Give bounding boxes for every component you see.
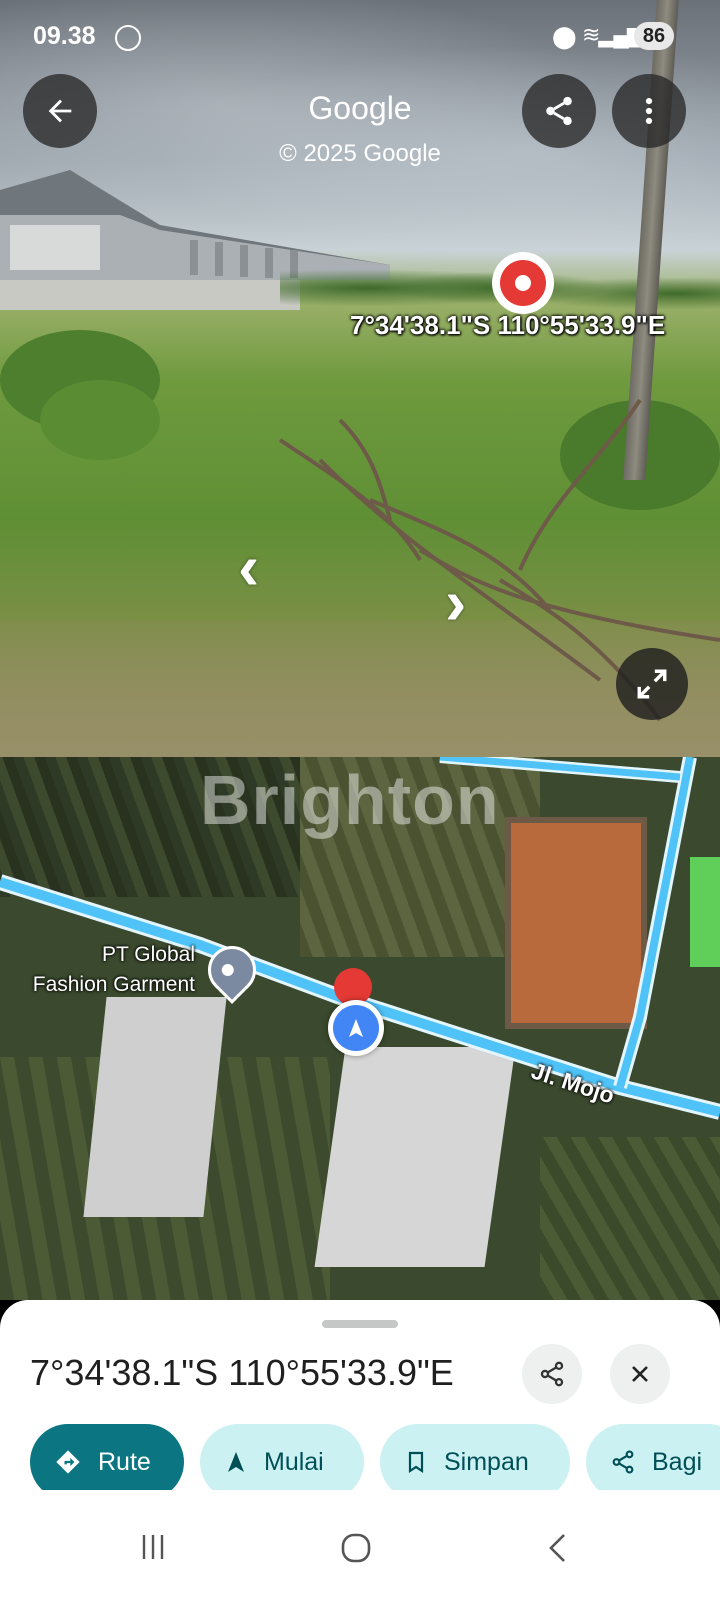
back-button[interactable]: [23, 74, 97, 148]
place-label-line1: PT Global: [102, 943, 195, 966]
share-chip-label: Bagi: [652, 1447, 703, 1476]
street-view-coordinates: 7°34'38.1"S 110°55'33.9"E: [350, 310, 666, 340]
street-view-title: Google: [308, 90, 412, 126]
share-chip[interactable]: Bagi: [586, 1424, 720, 1500]
start-chip[interactable]: Mulai: [200, 1424, 364, 1500]
wifi-signal-icon: ≋▂▄▆: [582, 22, 644, 47]
share-icon: [546, 96, 572, 126]
street-view-position-inner: [333, 1005, 379, 1051]
watermark: Brighton: [200, 761, 500, 839]
whatsapp-icon: [115, 25, 141, 51]
save-chip[interactable]: Simpan: [380, 1424, 570, 1500]
sheet-close-button[interactable]: [610, 1344, 670, 1404]
sheet-coordinates: 7°34'38.1"S 110°55'33.9"E: [30, 1352, 454, 1393]
status-bar: 09.38 ⬤ ≋▂▄▆ 86: [0, 0, 720, 72]
navigation-icon: [224, 1450, 248, 1474]
navigation-arrow-icon: [349, 1019, 363, 1037]
save-chip-label: Simpan: [444, 1447, 529, 1476]
back-nav-icon[interactable]: [546, 1532, 570, 1564]
battery-indicator: 86: [634, 22, 674, 50]
share-button[interactable]: [522, 74, 596, 148]
bookmark-icon: [404, 1449, 428, 1475]
status-time: 09.38: [33, 22, 96, 50]
location-marker-dot: [515, 275, 531, 291]
close-icon: [632, 1366, 648, 1382]
place-label-line2: Fashion Garment: [32, 973, 195, 996]
pan-left-arrow[interactable]: ‹: [238, 530, 259, 604]
more-options-button[interactable]: [612, 74, 686, 148]
sheet-share-button[interactable]: [522, 1344, 582, 1404]
bush: [40, 380, 160, 460]
share-icon: [610, 1449, 636, 1475]
arrow-back-icon: [48, 99, 72, 123]
route-chip-label: Rute: [98, 1447, 151, 1476]
location-marker[interactable]: [492, 252, 554, 314]
more-vert-icon: [645, 97, 653, 125]
expand-icon: [637, 669, 667, 699]
expand-button[interactable]: [616, 648, 688, 720]
location-marker-inner: [500, 260, 546, 306]
street-view-copyright: © 2025 Google: [279, 140, 441, 167]
place-label[interactable]: PT Global Fashion Garment: [0, 940, 195, 1000]
directions-icon: [54, 1448, 82, 1476]
system-navigation-bar: [0, 1490, 720, 1600]
route-chip[interactable]: Rute: [30, 1424, 184, 1500]
location-icon: ⬤: [552, 24, 577, 49]
start-chip-label: Mulai: [264, 1447, 324, 1476]
share-icon: [540, 1361, 564, 1387]
action-chips: Rute Mulai Simpan Bagi: [30, 1424, 720, 1500]
street-view-position-icon[interactable]: [328, 1000, 384, 1056]
home-icon[interactable]: [340, 1532, 372, 1564]
recent-apps-icon[interactable]: [138, 1532, 168, 1562]
sheet-drag-handle[interactable]: [322, 1320, 398, 1328]
pan-right-arrow[interactable]: ›: [445, 565, 466, 639]
